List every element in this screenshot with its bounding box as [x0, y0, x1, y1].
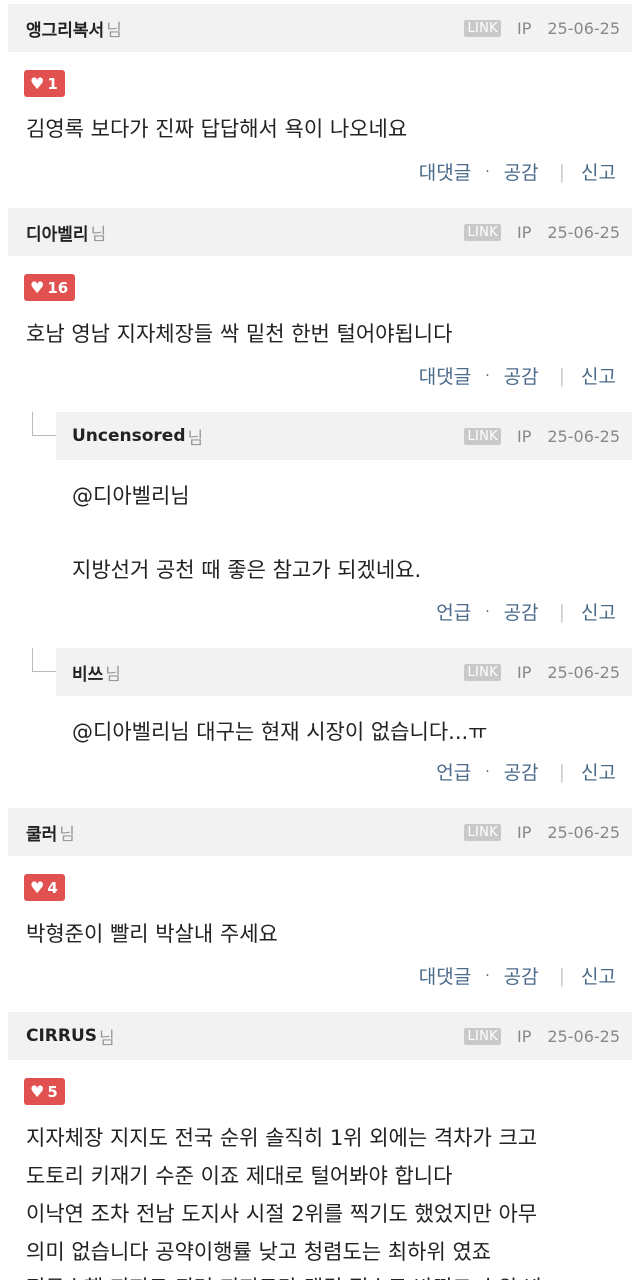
link-badge[interactable]: LINK — [464, 427, 501, 445]
comment-meta: LINK IP 25-06-25 — [464, 1027, 620, 1046]
separator-bar: | — [558, 964, 566, 987]
comment-meta: LINK IP 25-06-25 — [464, 19, 620, 38]
author-name[interactable]: 쿨러 — [26, 820, 57, 845]
comment-date: 25-06-25 — [547, 662, 620, 682]
separator-dot: · — [485, 367, 490, 384]
like-count-badge: ♥ 16 — [24, 274, 76, 301]
author-name[interactable]: 디아벨리 — [26, 220, 89, 245]
like-count-badge: ♥ 1 — [24, 70, 65, 97]
ip-label: IP — [517, 662, 532, 682]
comment-text-line: 이낙연 조차 전남 도지사 시절 2위를 찍기도 했었지만 아무 — [26, 1202, 538, 1226]
separator-dot: · — [485, 163, 490, 180]
like-button[interactable]: 공감 — [504, 962, 539, 989]
like-count: 5 — [47, 1082, 58, 1101]
comment-header: 쿨러 님 LINK IP 25-06-25 — [8, 808, 632, 856]
like-button[interactable]: 공감 — [504, 362, 539, 389]
link-badge[interactable]: LINK — [464, 223, 501, 241]
heart-icon: ♥ — [30, 877, 45, 897]
comment-date: 25-06-25 — [547, 426, 620, 446]
author-name[interactable]: 앵그리복서 — [26, 16, 104, 41]
report-button[interactable]: 신고 — [581, 158, 616, 185]
comment-actions: 언급 · 공감 | 신고 — [436, 598, 616, 625]
author-suffix: 님 — [187, 428, 204, 449]
report-button[interactable]: 신고 — [581, 362, 616, 389]
comment-text: 박형준이 빨리 박살내 주세요 — [26, 922, 278, 946]
ip-label: IP — [517, 222, 532, 242]
comment-actions: 언급 · 공감 | 신고 — [436, 758, 616, 785]
reply-mention: @디아벨리님 — [72, 484, 190, 508]
separator-dot: · — [485, 603, 490, 620]
heart-icon: ♥ — [30, 1081, 45, 1101]
author-name[interactable]: 비쓰 — [72, 660, 103, 685]
separator-dot: · — [485, 763, 490, 780]
reply-connector — [32, 412, 56, 436]
report-button[interactable]: 신고 — [581, 598, 616, 625]
comment-text: 김영록 보다가 진짜 답답해서 욕이 나오네요 — [26, 117, 408, 141]
separator-bar: | — [558, 760, 566, 783]
link-badge[interactable]: LINK — [464, 823, 501, 841]
reply-connector — [32, 648, 56, 672]
comment-meta: LINK IP 25-06-25 — [464, 223, 620, 242]
comment-text-line: 의미 없습니다 공약이행률 낮고 청렴도는 최하위 였죠 — [26, 1240, 492, 1264]
author-suffix: 님 — [59, 824, 75, 845]
like-count: 4 — [47, 878, 58, 897]
comment-date: 25-06-25 — [547, 1026, 620, 1046]
comment-header: 앵그리복서 님 LINK IP 25-06-25 — [8, 4, 632, 52]
comment-actions: 대댓글 · 공감 | 신고 — [419, 962, 616, 989]
link-badge[interactable]: LINK — [464, 663, 501, 681]
reply-button[interactable]: 대댓글 — [419, 962, 471, 989]
reply-header: Uncensored 님 LINK IP 25-06-25 — [56, 412, 632, 460]
comment-date: 25-06-25 — [547, 222, 620, 242]
mention-button[interactable]: 언급 — [436, 598, 471, 625]
reply-text: @디아벨리님 대구는 현재 시장이 없습니다...ㅠ — [72, 720, 488, 744]
like-button[interactable]: 공감 — [504, 158, 539, 185]
link-badge[interactable]: LINK — [464, 19, 501, 37]
like-button[interactable]: 공감 — [504, 758, 539, 785]
comment-meta: LINK IP 25-06-25 — [464, 663, 620, 682]
comment-date: 25-06-25 — [547, 822, 620, 842]
ip-label: IP — [517, 426, 532, 446]
comment-meta: LINK IP 25-06-25 — [464, 823, 620, 842]
heart-icon: ♥ — [30, 73, 45, 93]
comment-date: 25-06-25 — [547, 18, 620, 38]
reply-button[interactable]: 대댓글 — [419, 158, 471, 185]
like-count-badge: ♥ 5 — [24, 1078, 65, 1105]
mention-button[interactable]: 언급 — [436, 758, 471, 785]
separator-dot: · — [485, 967, 490, 984]
like-count-badge: ♥ 4 — [24, 874, 65, 901]
report-button[interactable]: 신고 — [581, 758, 616, 785]
separator-bar: | — [558, 364, 566, 387]
comment-header: 디아벨리 님 LINK IP 25-06-25 — [8, 208, 632, 256]
author-suffix: 님 — [99, 1028, 115, 1049]
author-name[interactable]: Uncensored — [72, 426, 186, 446]
author-suffix: 님 — [105, 664, 121, 685]
reply-text: 지방선거 공천 때 좋은 참고가 되겠네요. — [72, 558, 422, 582]
comment-header: CIRRUS 님 LINK IP 25-06-25 — [8, 1012, 632, 1060]
ip-label: IP — [517, 822, 532, 842]
reply-header: 비쓰 님 LINK IP 25-06-25 — [56, 648, 632, 696]
like-button[interactable]: 공감 — [504, 598, 539, 625]
author-name[interactable]: CIRRUS — [26, 1026, 97, 1046]
comment-actions: 대댓글 · 공감 | 신고 — [419, 362, 616, 389]
author-suffix: 님 — [106, 20, 122, 41]
like-count: 1 — [47, 74, 58, 93]
ip-label: IP — [517, 18, 532, 38]
like-count: 16 — [47, 278, 69, 297]
report-button[interactable]: 신고 — [581, 962, 616, 989]
comment-meta: LINK IP 25-06-25 — [464, 427, 620, 446]
comment-text-line: 전무수행 지지도 되려 지지도만 랭킹 점수로 바꿔고 순위 봐 — [26, 1272, 543, 1280]
comment-actions: 대댓글 · 공감 | 신고 — [419, 158, 616, 185]
separator-bar: | — [558, 160, 566, 183]
comment-text: 호남 영남 지자체장들 싹 밑천 한번 털어야됩니다 — [26, 322, 453, 346]
comment-text-line: 도토리 키재기 수준 이죠 제대로 털어봐야 합니다 — [26, 1164, 453, 1188]
heart-icon: ♥ — [30, 277, 45, 297]
author-suffix: 님 — [90, 224, 107, 245]
ip-label: IP — [517, 1026, 532, 1046]
reply-button[interactable]: 대댓글 — [419, 362, 471, 389]
separator-bar: | — [558, 600, 566, 623]
link-badge[interactable]: LINK — [464, 1027, 501, 1045]
comment-text-line: 지자체장 지지도 전국 순위 솔직히 1위 외에는 격차가 크고 — [26, 1126, 538, 1150]
